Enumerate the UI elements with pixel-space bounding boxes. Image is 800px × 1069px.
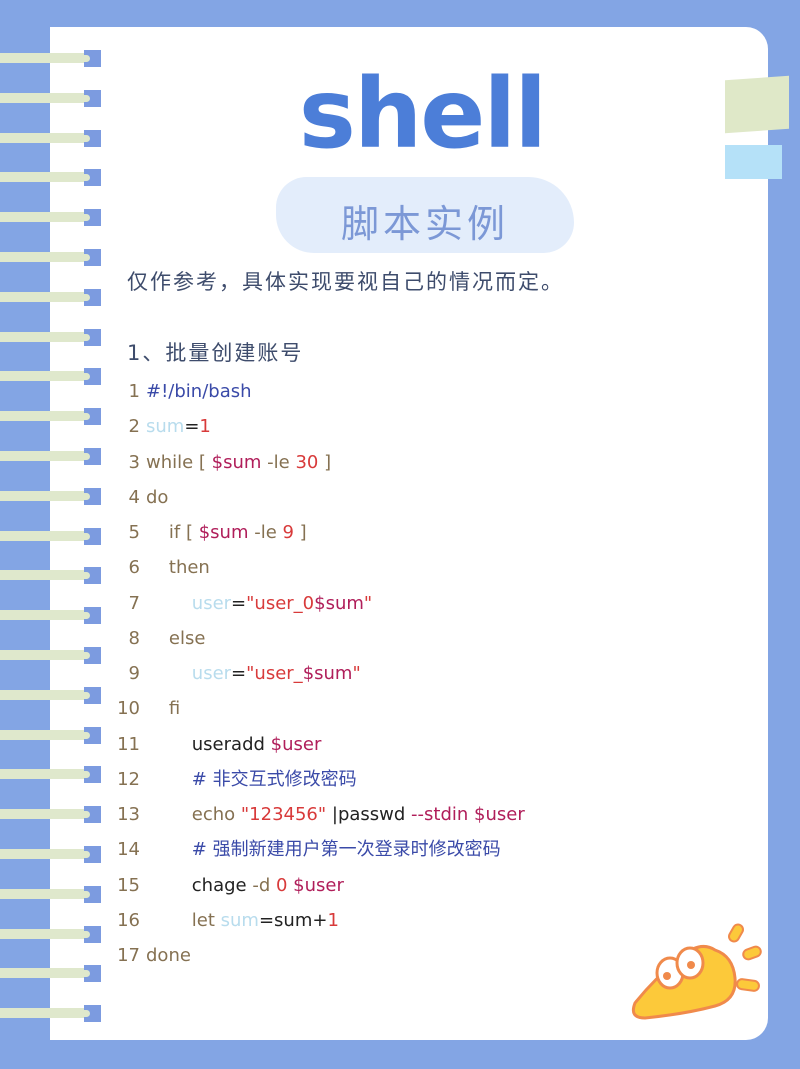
code-line: 2 sum=1 xyxy=(114,413,525,448)
spiral-ring xyxy=(0,594,101,636)
spiral-ring xyxy=(0,316,101,358)
page-title: shell xyxy=(298,58,547,170)
spiral-ring xyxy=(0,475,101,517)
section-heading: 1、批量创建账号 xyxy=(127,341,304,365)
code-line: 1 #!/bin/bash xyxy=(114,378,525,413)
line-number: 8 xyxy=(128,627,140,649)
spiral-ring xyxy=(0,714,101,756)
intro-text: 仅作参考，具体实现要视自己的情况而定。 xyxy=(127,270,564,294)
code-line: 11 useradd $user xyxy=(114,731,525,766)
code-line: 8 else xyxy=(114,625,525,660)
code-line: 4 do xyxy=(114,484,525,519)
code-line: 10 fi xyxy=(114,695,525,730)
code-line: 7 user="user_0$sum" xyxy=(114,590,525,625)
spiral-ring xyxy=(0,515,101,557)
subtitle: 脚本实例 xyxy=(340,202,509,246)
line-number: 15 xyxy=(117,874,140,896)
line-number: 10 xyxy=(117,698,140,720)
spiral-ring xyxy=(0,833,101,875)
code-line: 3 while [ $sum -le 30 ] xyxy=(114,449,525,484)
code-line: 15 chage -d 0 $user xyxy=(114,872,525,907)
code-line: 12 # 非交互式修改密码 xyxy=(114,766,525,801)
spiral-ring xyxy=(0,355,101,397)
spiral-ring xyxy=(0,913,101,955)
line-number: 2 xyxy=(128,416,140,438)
spiral-ring xyxy=(0,395,101,437)
code-line: 14 # 强制新建用户第一次登录时修改密码 xyxy=(114,836,525,871)
spiral-ring xyxy=(0,435,101,477)
line-number: 3 xyxy=(128,451,140,473)
code-block: 1 #!/bin/bash 2 sum=1 3 while [ $sum -le 30… xyxy=(114,378,525,977)
spiral-ring xyxy=(0,952,101,994)
code-line: 9 user="user_$sum" xyxy=(114,660,525,695)
line-number: 1 xyxy=(128,381,140,402)
code-line: 17 done xyxy=(114,942,525,977)
spiral-ring xyxy=(0,634,101,676)
code-line: 5 if [ $sum -le 9 ] xyxy=(114,519,525,554)
code-line: 16 let sum=sum+1 xyxy=(114,907,525,942)
line-number: 13 xyxy=(117,804,140,825)
spiral-ring xyxy=(0,873,101,915)
line-number: 9 xyxy=(128,663,140,684)
code-line: 6 then xyxy=(114,554,525,589)
spiral-ring xyxy=(0,276,101,318)
megaphone-mascot-icon xyxy=(631,923,762,1020)
line-number: 12 xyxy=(117,768,140,790)
code-line: 13 echo "123456" |passwd --stdin $user xyxy=(114,801,525,836)
spiral-ring xyxy=(0,992,101,1034)
spiral-ring xyxy=(0,236,101,278)
spiral-ring xyxy=(0,674,101,716)
line-number: 7 xyxy=(128,592,140,614)
line-number: 17 xyxy=(117,945,140,966)
spiral-ring xyxy=(0,554,101,596)
line-number: 11 xyxy=(117,733,140,755)
line-number: 6 xyxy=(128,557,140,579)
spiral-ring xyxy=(0,753,101,795)
spiral-ring xyxy=(0,793,101,835)
line-number: 5 xyxy=(128,522,140,543)
line-number: 4 xyxy=(128,486,140,508)
spiral-ring xyxy=(0,196,101,238)
line-number: 14 xyxy=(117,839,140,861)
line-number: 16 xyxy=(117,909,140,931)
